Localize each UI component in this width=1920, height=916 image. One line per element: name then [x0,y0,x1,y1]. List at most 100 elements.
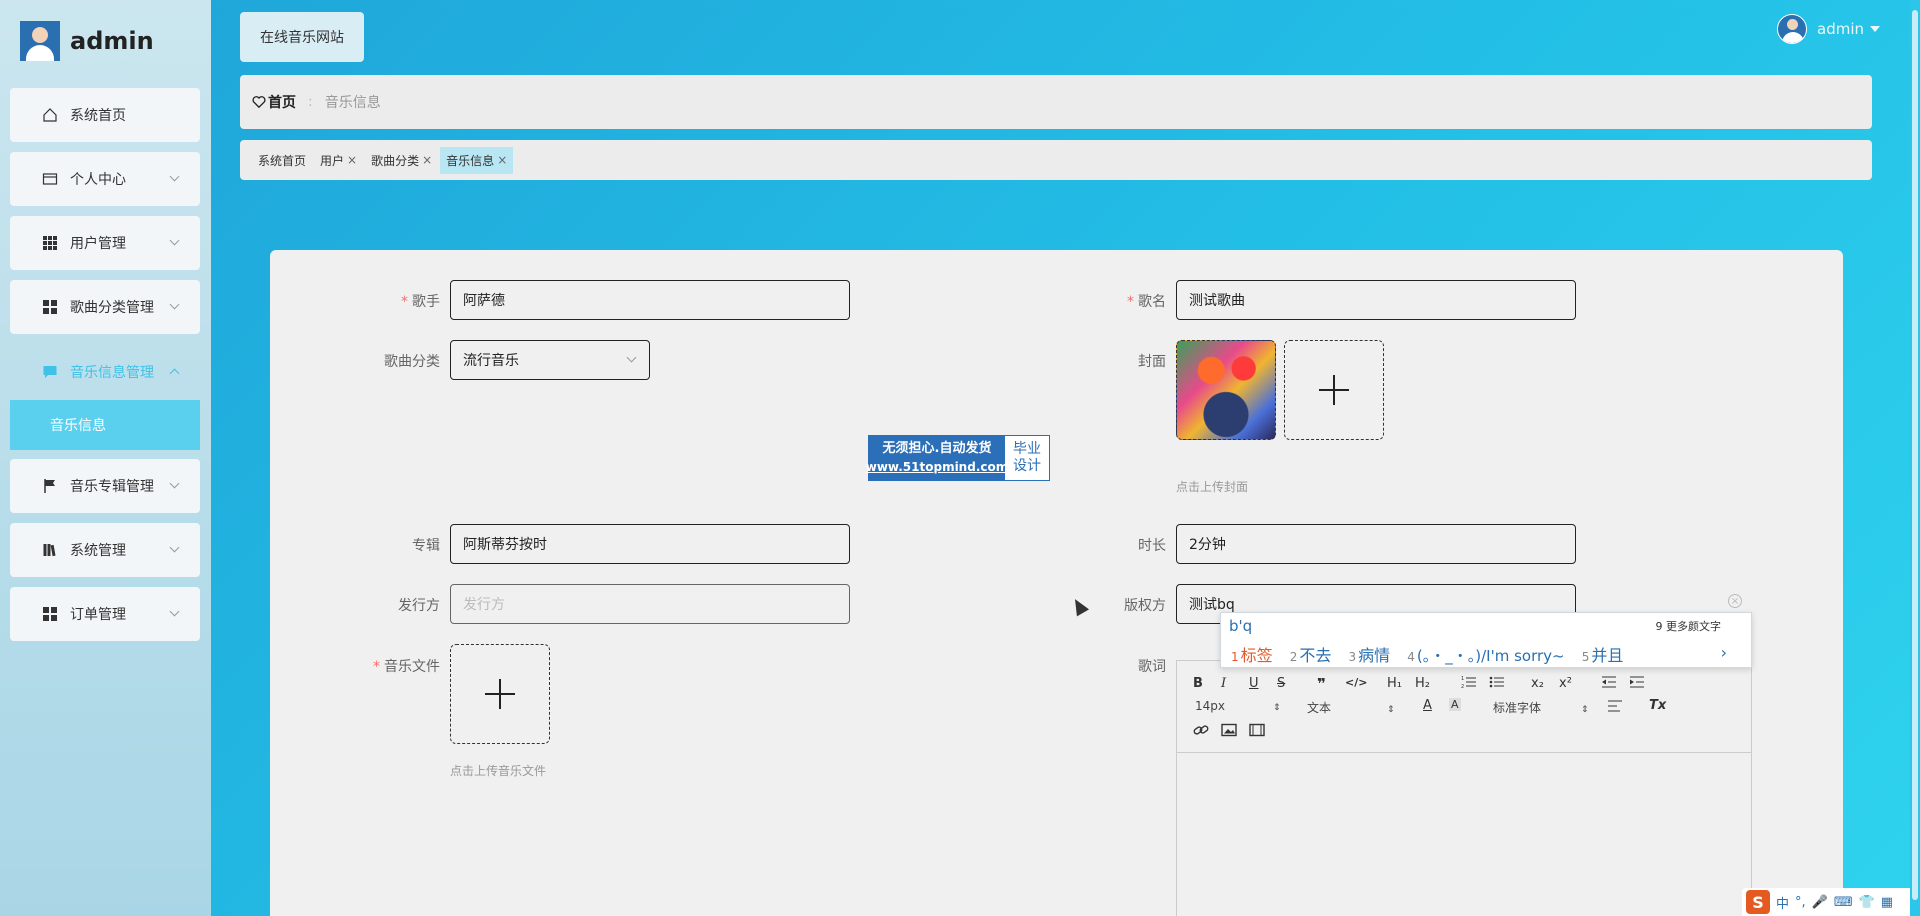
h1-button[interactable]: H₁ [1387,676,1402,691]
ime-mode[interactable]: 中 [1776,893,1789,912]
background-color-icon[interactable]: A [1449,698,1461,711]
heart-icon [252,95,266,109]
site-link-button[interactable]: 在线音乐网站 [240,12,364,62]
category-select[interactable]: 流行音乐 [450,340,650,380]
lyrics-editor[interactable]: B I U S ❞ </> H₁ H₂ 12 x₂ x² 14px ⇕ 文本 ⇕ A… [1176,660,1752,916]
underline-button[interactable]: U [1249,676,1259,691]
sidebar-subitem-music-info[interactable]: 音乐信息 [10,400,200,450]
close-icon[interactable]: × [497,153,507,167]
chevron-down-icon [169,235,180,246]
tag-home[interactable]: 系统首页 [252,147,312,174]
card-icon [42,171,58,187]
clear-format-button[interactable]: Tx [1649,698,1666,713]
breadcrumb-home-label: 首页 [268,95,296,111]
cover-image[interactable] [1176,340,1276,440]
quote-button[interactable]: ❞ [1317,675,1326,693]
chevron-down-icon [169,478,180,489]
chevron-down-icon [169,542,180,553]
singer-input[interactable]: 阿萨德 [450,280,850,320]
ime-punct[interactable]: °, [1795,895,1806,910]
font-color-icon[interactable]: A [1423,698,1432,713]
clear-icon[interactable]: × [1728,594,1742,608]
outdent-icon[interactable] [1601,675,1617,693]
keyboard-icon[interactable]: ⌨ [1834,895,1853,910]
music-hint: 点击上传音乐文件 [450,764,547,778]
chevron-down-icon [169,606,180,617]
close-icon[interactable]: × [422,153,432,167]
mic-icon[interactable]: 🎤 [1812,895,1828,910]
sidebar-item-album[interactable]: 音乐专辑管理 [10,459,200,513]
publisher-input[interactable]: 发行方 [450,584,850,624]
image-icon[interactable] [1221,723,1237,741]
ordered-list-icon[interactable]: 12 [1461,675,1477,693]
admin-avatar [20,21,60,61]
flag-icon [42,478,58,494]
sidebar: admin 系统首页 个人中心 用户管理 歌曲分类管理 音乐信息管理 音乐信息 [0,0,211,916]
sidebar-item-personal[interactable]: 个人中心 [10,152,200,206]
italic-button[interactable]: I [1221,676,1226,691]
category-label: 歌曲分类 [384,354,440,370]
shirt-icon[interactable]: 👕 [1859,895,1875,910]
ime-candidate[interactable]: 5 并且 [1582,646,1624,665]
sidebar-item-home[interactable]: 系统首页 [10,88,200,142]
sidebar-item-label: 音乐信息管理 [70,365,154,381]
subscript-button[interactable]: x₂ [1531,676,1544,691]
tag-label: 用户 [320,153,345,168]
watermark-url: www.51topmind.com [865,460,1009,474]
ime-more-link[interactable]: 9 更多颜文字 [1656,618,1722,634]
tags-bar: 系统首页 用户 × 歌曲分类 × 音乐信息 × [240,140,1872,180]
song-name-input[interactable]: 测试歌曲 [1176,280,1576,320]
ime-candidate[interactable]: 4 (。・_・。)/I'm sorry~ [1407,647,1564,665]
user-menu[interactable]: admin [1777,14,1880,44]
sidebar-item-song-category[interactable]: 歌曲分类管理 [10,280,200,334]
font-family-select[interactable]: 标准字体 ⇕ [1493,699,1589,716]
superscript-button[interactable]: x² [1559,676,1572,691]
code-button[interactable]: </> [1345,676,1367,689]
paragraph-select[interactable]: 文本 ⇕ [1307,699,1395,716]
home-icon [42,107,58,123]
indent-icon[interactable] [1629,675,1645,693]
ime-candidate[interactable]: 3 病情 [1349,646,1391,665]
watermark-right1: 毕业 [1013,441,1041,457]
scrollbar[interactable] [1910,0,1920,916]
breadcrumb: 首页 : 音乐信息 [240,75,1872,129]
album-input[interactable]: 阿斯蒂芬按时 [450,524,850,564]
sidebar-item-music-info[interactable]: 音乐信息管理 [10,345,200,399]
tag-song-category[interactable]: 歌曲分类 × [365,147,438,174]
breadcrumb-home[interactable]: 首页 [252,92,296,112]
close-icon[interactable]: × [347,153,357,167]
tag-users[interactable]: 用户 × [314,147,363,174]
align-icon[interactable] [1607,699,1623,717]
video-icon[interactable] [1249,723,1265,741]
duration-input[interactable]: 2分钟 [1176,524,1576,564]
chevron-right-icon[interactable]: › [1721,643,1727,662]
sidebar-item-orders[interactable]: 订单管理 [10,587,200,641]
scroll-thumb[interactable] [1912,10,1918,900]
breadcrumb-current: 音乐信息 [324,95,381,111]
grid-menu-icon[interactable]: ▦ [1881,895,1893,910]
music-upload-button[interactable] [450,644,550,744]
brand-name: admin [70,27,154,55]
strike-button[interactable]: S [1277,676,1285,691]
link-icon[interactable] [1193,723,1209,741]
ime-candidate-popup: b'q 9 更多颜文字 1 标签 2 不去 3 病情 4 (。・_・。)/I'm sor… [1220,612,1752,668]
sidebar-item-users[interactable]: 用户管理 [10,216,200,270]
bullet-list-icon[interactable] [1489,675,1505,693]
ime-candidate[interactable]: 1 标签 [1231,646,1273,665]
plus-icon [1319,375,1349,405]
h2-button[interactable]: H₂ [1415,676,1430,691]
category-selected: 流行音乐 [463,353,519,369]
grid-icon [42,299,58,315]
tag-music-info[interactable]: 音乐信息 × [440,146,514,174]
bold-button[interactable]: B [1193,676,1203,691]
sidebar-item-system[interactable]: 系统管理 [10,523,200,577]
plus-icon [485,679,515,709]
tag-label: 系统首页 [258,153,307,168]
sogou-logo-icon[interactable]: S [1746,890,1770,914]
ime-candidate[interactable]: 2 不去 [1290,646,1332,665]
duration-label: 时长 [1138,538,1166,554]
publisher-label: 发行方 [398,598,440,614]
avatar [1777,14,1807,44]
cover-upload-button[interactable] [1284,340,1384,440]
font-size-select[interactable]: 14px ⇕ [1195,699,1281,713]
